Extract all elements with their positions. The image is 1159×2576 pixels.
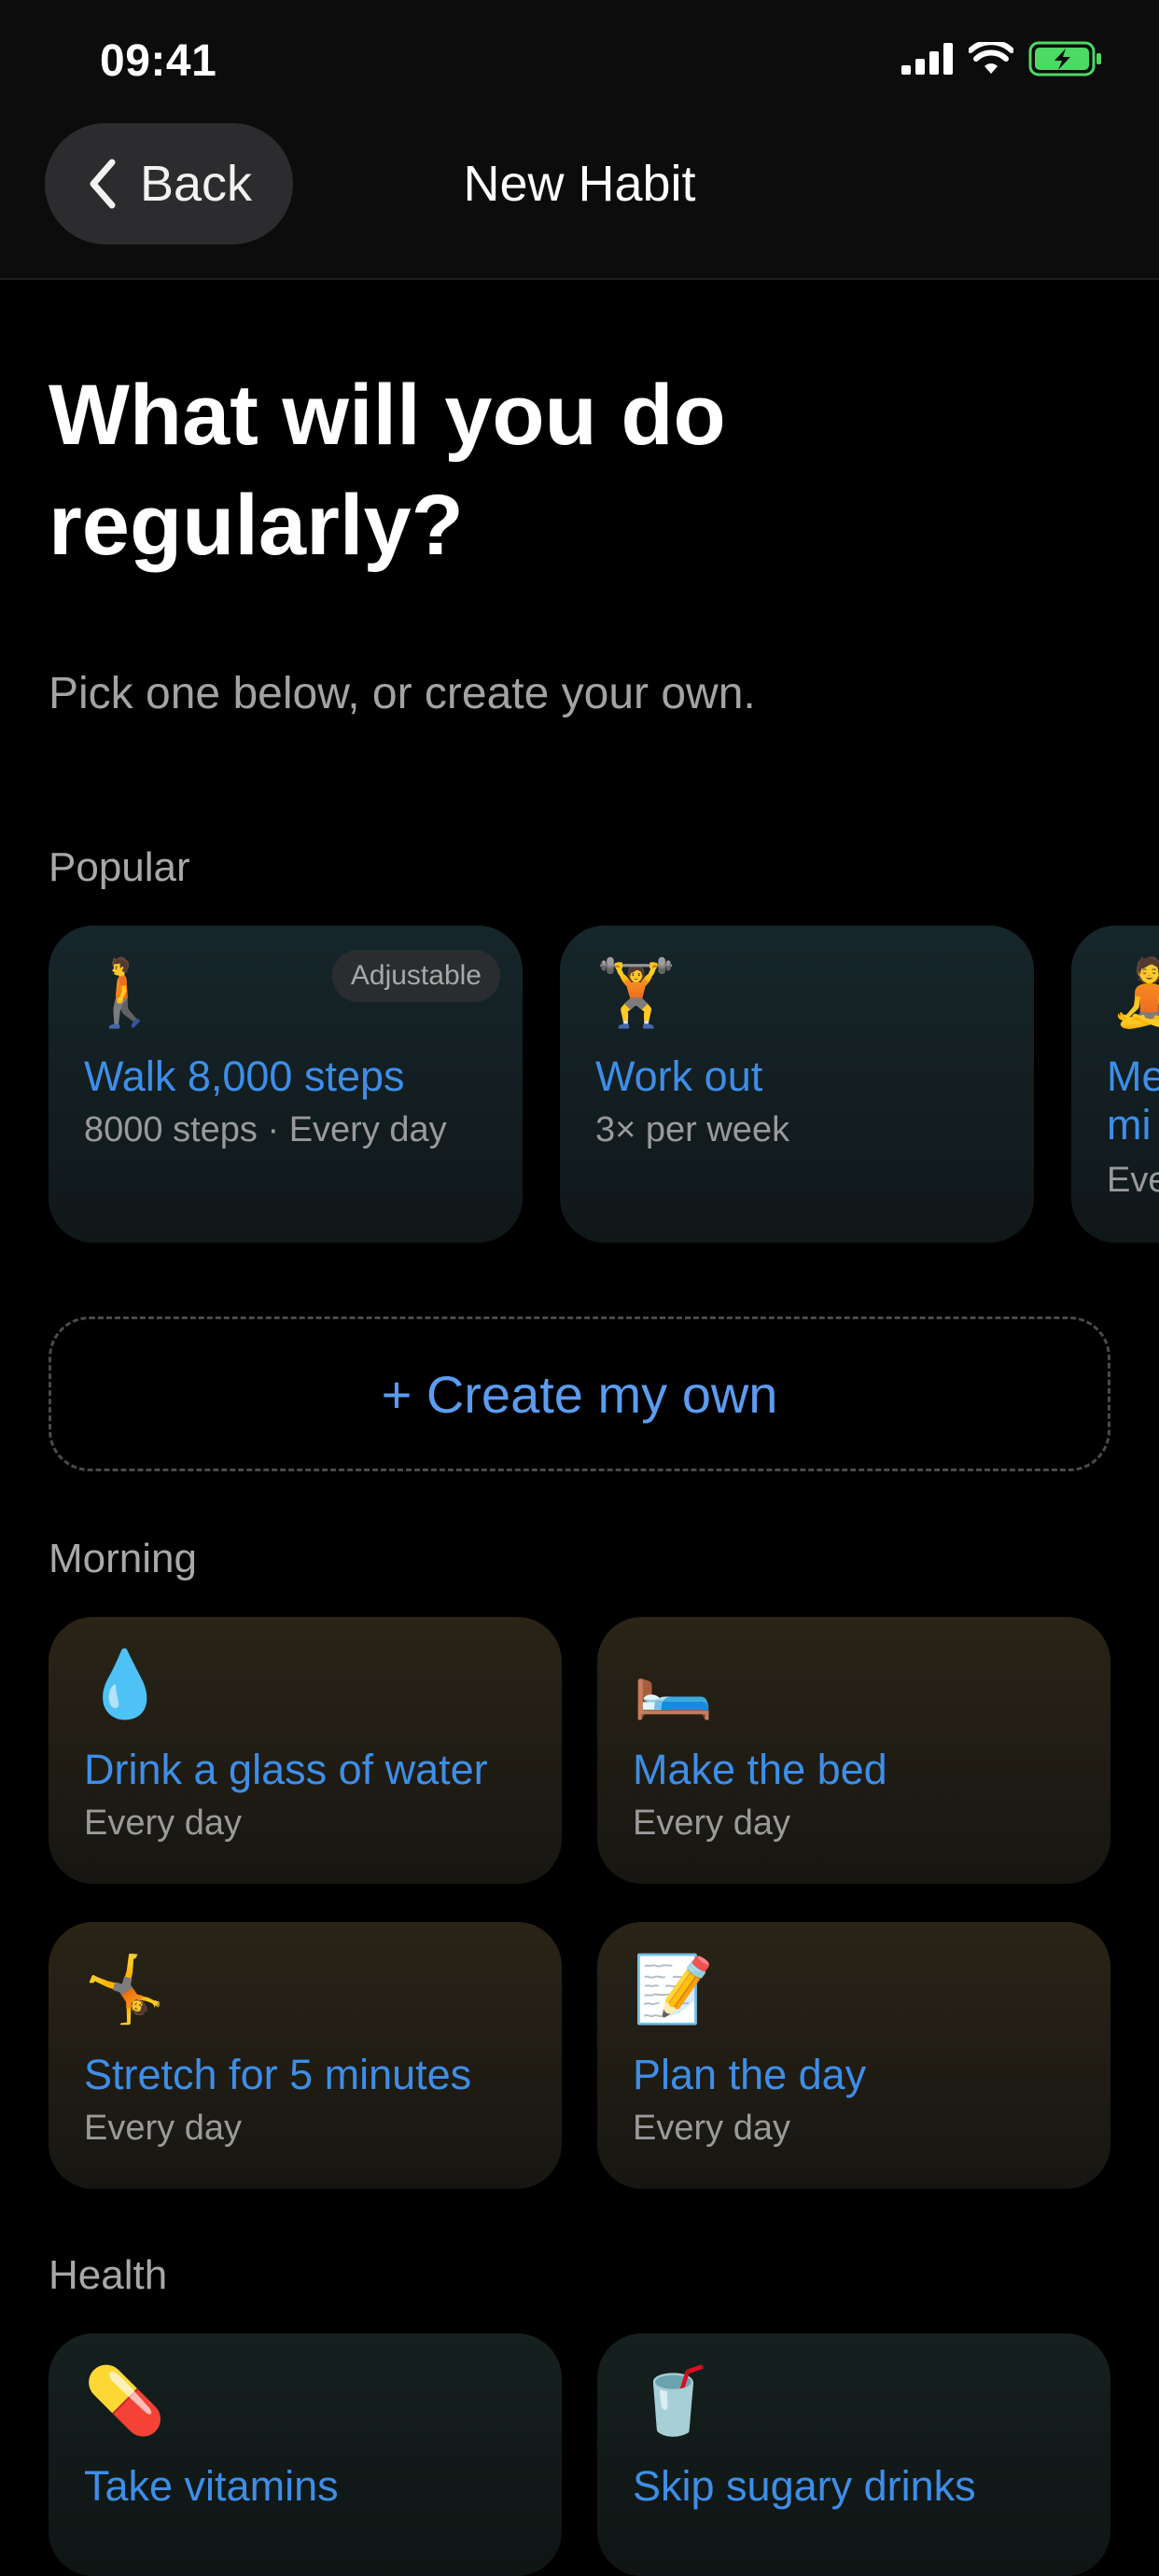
wifi-icon — [969, 42, 1013, 74]
status-icons — [901, 41, 1103, 77]
habit-title: Take vitamins — [84, 2462, 339, 2510]
droplet-icon: 💧 — [84, 1648, 166, 1720]
memo-icon: 📝 — [633, 1953, 715, 2026]
headline: What will you do regularly? — [49, 368, 726, 573]
cartwheel-icon: 🤸 — [84, 1953, 166, 2026]
habit-title: Me mi — [1107, 1052, 1159, 1149]
habit-card-sugary-drinks[interactable]: 🥤 Skip sugary drinks — [597, 2333, 1110, 2576]
habit-card-vitamins[interactable]: 💊 Take vitamins — [49, 2333, 562, 2576]
page-title: New Habit — [463, 156, 696, 212]
weightlifting-icon: 🏋️ — [595, 956, 677, 1029]
battery-charging-icon — [1028, 41, 1101, 77]
habit-card-walk[interactable]: 🚶 Adjustable Walk 8,000 steps 8000 steps… — [49, 926, 523, 1243]
habit-title: Walk 8,000 steps — [84, 1052, 405, 1100]
habit-card-workout[interactable]: 🏋️ Work out 3× per week — [560, 926, 1034, 1243]
pill-icon: 💊 — [84, 2364, 166, 2437]
habit-subtitle: Eve — [1107, 1161, 1159, 1200]
habit-subtitle: Every day — [633, 2109, 790, 2148]
habit-subtitle: Every day — [633, 1803, 790, 1843]
meditation-icon: 🧘 — [1109, 956, 1159, 1029]
habit-card-bed[interactable]: 🛏️ Make the bed Every day — [597, 1617, 1110, 1884]
signal-icon — [901, 43, 953, 75]
habit-card-plan[interactable]: 📝 Plan the day Every day — [597, 1922, 1110, 2189]
status-time: 09:41 — [100, 36, 217, 86]
habit-card-water[interactable]: 💧 Drink a glass of water Every day — [49, 1617, 562, 1884]
section-title-popular: Popular — [49, 844, 190, 890]
habit-title: Work out — [595, 1052, 763, 1100]
habit-subtitle: Every day — [84, 2109, 242, 2148]
status-bar: 09:41 — [0, 0, 1159, 121]
habit-title: Stretch for 5 minutes — [84, 2051, 472, 2098]
habit-title: Skip sugary drinks — [633, 2462, 976, 2510]
subtitle: Pick one below, or create your own. — [49, 669, 756, 718]
create-my-own-button[interactable]: + Create my own — [49, 1316, 1110, 1471]
habit-title: Drink a glass of water — [84, 1746, 488, 1793]
cup-with-straw-icon: 🥤 — [633, 2364, 715, 2437]
section-title-morning: Morning — [49, 1536, 197, 1581]
habit-card-stretch[interactable]: 🤸 Stretch for 5 minutes Every day — [49, 1922, 562, 2189]
navigation-bar: Back New Habit — [0, 121, 1159, 280]
adjustable-badge: Adjustable — [331, 950, 500, 1002]
habit-card-meditate[interactable]: 🧘 Me mi Eve — [1071, 926, 1159, 1243]
habit-subtitle: 3× per week — [595, 1110, 790, 1149]
habit-subtitle: Every day — [84, 1803, 242, 1843]
habit-title: Plan the day — [633, 2051, 867, 2098]
bed-icon: 🛏️ — [633, 1648, 715, 1720]
walking-icon: 🚶 — [84, 956, 166, 1029]
habit-subtitle: 8000 steps · Every day — [84, 1110, 447, 1149]
section-title-health: Health — [49, 2252, 168, 2298]
habit-title: Make the bed — [633, 1746, 887, 1793]
